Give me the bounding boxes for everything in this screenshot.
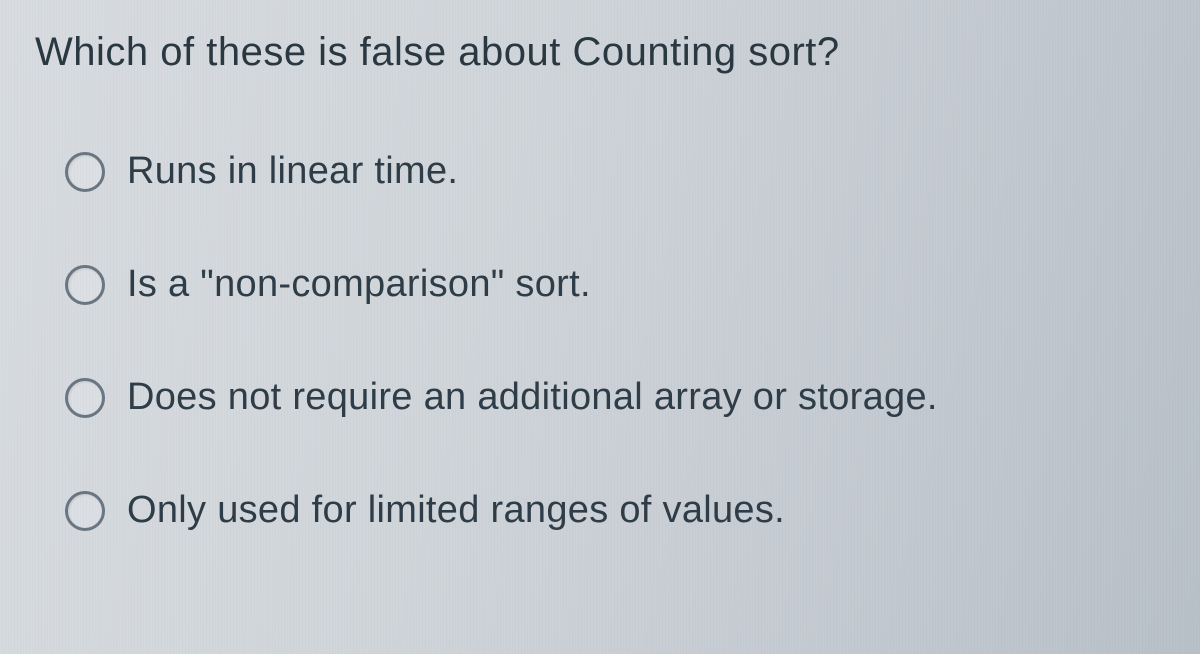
question-text: Which of these is false about Counting s… [35,30,1165,75]
option-1[interactable]: Runs in linear time. [65,150,1165,193]
radio-icon[interactable] [65,265,105,305]
radio-icon[interactable] [65,378,105,418]
options-container: Runs in linear time. Is a "non-compariso… [35,150,1165,532]
option-3[interactable]: Does not require an additional array or … [65,376,1165,419]
option-label: Runs in linear time. [127,150,458,193]
option-4[interactable]: Only used for limited ranges of values. [65,489,1165,532]
option-label: Is a "non-comparison" sort. [127,263,591,306]
option-2[interactable]: Is a "non-comparison" sort. [65,263,1165,306]
radio-icon[interactable] [65,152,105,192]
option-label: Does not require an additional array or … [127,376,938,419]
option-label: Only used for limited ranges of values. [127,489,785,532]
radio-icon[interactable] [65,491,105,531]
